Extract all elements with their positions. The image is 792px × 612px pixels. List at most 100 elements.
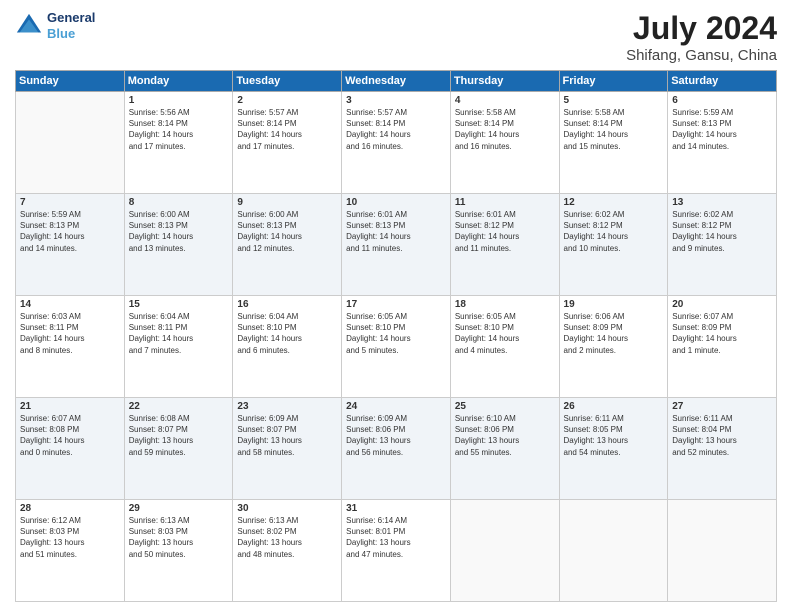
table-row: 8Sunrise: 6:00 AM Sunset: 8:13 PM Daylig… — [124, 194, 233, 296]
day-info: Sunrise: 6:10 AM Sunset: 8:06 PM Dayligh… — [455, 413, 555, 458]
day-info: Sunrise: 6:01 AM Sunset: 8:13 PM Dayligh… — [346, 209, 446, 254]
table-row: 14Sunrise: 6:03 AM Sunset: 8:11 PM Dayli… — [16, 296, 125, 398]
day-info: Sunrise: 6:00 AM Sunset: 8:13 PM Dayligh… — [129, 209, 229, 254]
table-row — [16, 92, 125, 194]
day-info: Sunrise: 5:58 AM Sunset: 8:14 PM Dayligh… — [455, 107, 555, 152]
day-info: Sunrise: 5:59 AM Sunset: 8:13 PM Dayligh… — [672, 107, 772, 152]
day-number: 3 — [346, 95, 446, 106]
day-info: Sunrise: 5:56 AM Sunset: 8:14 PM Dayligh… — [129, 107, 229, 152]
table-row: 1Sunrise: 5:56 AM Sunset: 8:14 PM Daylig… — [124, 92, 233, 194]
day-info: Sunrise: 5:58 AM Sunset: 8:14 PM Dayligh… — [564, 107, 664, 152]
day-number: 26 — [564, 401, 664, 412]
calendar-header-row: Sunday Monday Tuesday Wednesday Thursday… — [16, 71, 777, 92]
day-info: Sunrise: 6:09 AM Sunset: 8:07 PM Dayligh… — [237, 413, 337, 458]
table-row: 21Sunrise: 6:07 AM Sunset: 8:08 PM Dayli… — [16, 398, 125, 500]
day-info: Sunrise: 6:02 AM Sunset: 8:12 PM Dayligh… — [564, 209, 664, 254]
day-info: Sunrise: 6:07 AM Sunset: 8:09 PM Dayligh… — [672, 311, 772, 356]
title-block: July 2024 Shifang, Gansu, China — [626, 10, 777, 64]
table-row: 31Sunrise: 6:14 AM Sunset: 8:01 PM Dayli… — [342, 500, 451, 602]
day-number: 10 — [346, 197, 446, 208]
table-row: 15Sunrise: 6:04 AM Sunset: 8:11 PM Dayli… — [124, 296, 233, 398]
day-number: 4 — [455, 95, 555, 106]
header: General Blue July 2024 Shifang, Gansu, C… — [15, 10, 777, 64]
day-info: Sunrise: 6:04 AM Sunset: 8:10 PM Dayligh… — [237, 311, 337, 356]
day-info: Sunrise: 6:12 AM Sunset: 8:03 PM Dayligh… — [20, 515, 120, 560]
table-row: 5Sunrise: 5:58 AM Sunset: 8:14 PM Daylig… — [559, 92, 668, 194]
day-number: 13 — [672, 197, 772, 208]
day-info: Sunrise: 6:14 AM Sunset: 8:01 PM Dayligh… — [346, 515, 446, 560]
day-number: 8 — [129, 197, 229, 208]
logo-icon — [15, 12, 43, 40]
day-info: Sunrise: 6:03 AM Sunset: 8:11 PM Dayligh… — [20, 311, 120, 356]
table-row: 24Sunrise: 6:09 AM Sunset: 8:06 PM Dayli… — [342, 398, 451, 500]
day-info: Sunrise: 6:05 AM Sunset: 8:10 PM Dayligh… — [455, 311, 555, 356]
day-number: 2 — [237, 95, 337, 106]
col-sunday: Sunday — [16, 71, 125, 92]
day-number: 11 — [455, 197, 555, 208]
table-row: 9Sunrise: 6:00 AM Sunset: 8:13 PM Daylig… — [233, 194, 342, 296]
day-number: 20 — [672, 299, 772, 310]
day-info: Sunrise: 6:02 AM Sunset: 8:12 PM Dayligh… — [672, 209, 772, 254]
calendar-week-row: 7Sunrise: 5:59 AM Sunset: 8:13 PM Daylig… — [16, 194, 777, 296]
day-number: 15 — [129, 299, 229, 310]
day-number: 5 — [564, 95, 664, 106]
table-row: 26Sunrise: 6:11 AM Sunset: 8:05 PM Dayli… — [559, 398, 668, 500]
calendar: Sunday Monday Tuesday Wednesday Thursday… — [15, 70, 777, 602]
table-row: 7Sunrise: 5:59 AM Sunset: 8:13 PM Daylig… — [16, 194, 125, 296]
day-info: Sunrise: 6:13 AM Sunset: 8:03 PM Dayligh… — [129, 515, 229, 560]
table-row: 25Sunrise: 6:10 AM Sunset: 8:06 PM Dayli… — [450, 398, 559, 500]
table-row: 30Sunrise: 6:13 AM Sunset: 8:02 PM Dayli… — [233, 500, 342, 602]
day-info: Sunrise: 5:59 AM Sunset: 8:13 PM Dayligh… — [20, 209, 120, 254]
day-info: Sunrise: 6:05 AM Sunset: 8:10 PM Dayligh… — [346, 311, 446, 356]
day-number: 25 — [455, 401, 555, 412]
table-row — [559, 500, 668, 602]
table-row: 11Sunrise: 6:01 AM Sunset: 8:12 PM Dayli… — [450, 194, 559, 296]
table-row — [450, 500, 559, 602]
col-saturday: Saturday — [668, 71, 777, 92]
table-row: 17Sunrise: 6:05 AM Sunset: 8:10 PM Dayli… — [342, 296, 451, 398]
sub-title: Shifang, Gansu, China — [626, 47, 777, 64]
calendar-week-row: 28Sunrise: 6:12 AM Sunset: 8:03 PM Dayli… — [16, 500, 777, 602]
table-row: 20Sunrise: 6:07 AM Sunset: 8:09 PM Dayli… — [668, 296, 777, 398]
day-info: Sunrise: 6:09 AM Sunset: 8:06 PM Dayligh… — [346, 413, 446, 458]
table-row: 16Sunrise: 6:04 AM Sunset: 8:10 PM Dayli… — [233, 296, 342, 398]
logo-text: General Blue — [47, 10, 95, 41]
table-row: 12Sunrise: 6:02 AM Sunset: 8:12 PM Dayli… — [559, 194, 668, 296]
col-monday: Monday — [124, 71, 233, 92]
logo: General Blue — [15, 10, 95, 41]
table-row: 29Sunrise: 6:13 AM Sunset: 8:03 PM Dayli… — [124, 500, 233, 602]
day-number: 28 — [20, 503, 120, 514]
col-wednesday: Wednesday — [342, 71, 451, 92]
day-number: 6 — [672, 95, 772, 106]
table-row: 28Sunrise: 6:12 AM Sunset: 8:03 PM Dayli… — [16, 500, 125, 602]
col-tuesday: Tuesday — [233, 71, 342, 92]
table-row: 6Sunrise: 5:59 AM Sunset: 8:13 PM Daylig… — [668, 92, 777, 194]
table-row: 27Sunrise: 6:11 AM Sunset: 8:04 PM Dayli… — [668, 398, 777, 500]
table-row: 22Sunrise: 6:08 AM Sunset: 8:07 PM Dayli… — [124, 398, 233, 500]
day-info: Sunrise: 6:00 AM Sunset: 8:13 PM Dayligh… — [237, 209, 337, 254]
day-info: Sunrise: 6:07 AM Sunset: 8:08 PM Dayligh… — [20, 413, 120, 458]
day-info: Sunrise: 6:11 AM Sunset: 8:05 PM Dayligh… — [564, 413, 664, 458]
calendar-week-row: 14Sunrise: 6:03 AM Sunset: 8:11 PM Dayli… — [16, 296, 777, 398]
day-number: 14 — [20, 299, 120, 310]
day-info: Sunrise: 5:57 AM Sunset: 8:14 PM Dayligh… — [346, 107, 446, 152]
table-row: 23Sunrise: 6:09 AM Sunset: 8:07 PM Dayli… — [233, 398, 342, 500]
table-row: 2Sunrise: 5:57 AM Sunset: 8:14 PM Daylig… — [233, 92, 342, 194]
day-number: 21 — [20, 401, 120, 412]
day-info: Sunrise: 6:13 AM Sunset: 8:02 PM Dayligh… — [237, 515, 337, 560]
day-number: 30 — [237, 503, 337, 514]
calendar-week-row: 21Sunrise: 6:07 AM Sunset: 8:08 PM Dayli… — [16, 398, 777, 500]
calendar-week-row: 1Sunrise: 5:56 AM Sunset: 8:14 PM Daylig… — [16, 92, 777, 194]
table-row: 13Sunrise: 6:02 AM Sunset: 8:12 PM Dayli… — [668, 194, 777, 296]
day-number: 19 — [564, 299, 664, 310]
main-title: July 2024 — [626, 10, 777, 47]
day-number: 22 — [129, 401, 229, 412]
day-number: 29 — [129, 503, 229, 514]
table-row: 19Sunrise: 6:06 AM Sunset: 8:09 PM Dayli… — [559, 296, 668, 398]
day-number: 9 — [237, 197, 337, 208]
day-info: Sunrise: 6:06 AM Sunset: 8:09 PM Dayligh… — [564, 311, 664, 356]
page: General Blue July 2024 Shifang, Gansu, C… — [0, 0, 792, 612]
day-number: 12 — [564, 197, 664, 208]
day-number: 24 — [346, 401, 446, 412]
day-number: 27 — [672, 401, 772, 412]
